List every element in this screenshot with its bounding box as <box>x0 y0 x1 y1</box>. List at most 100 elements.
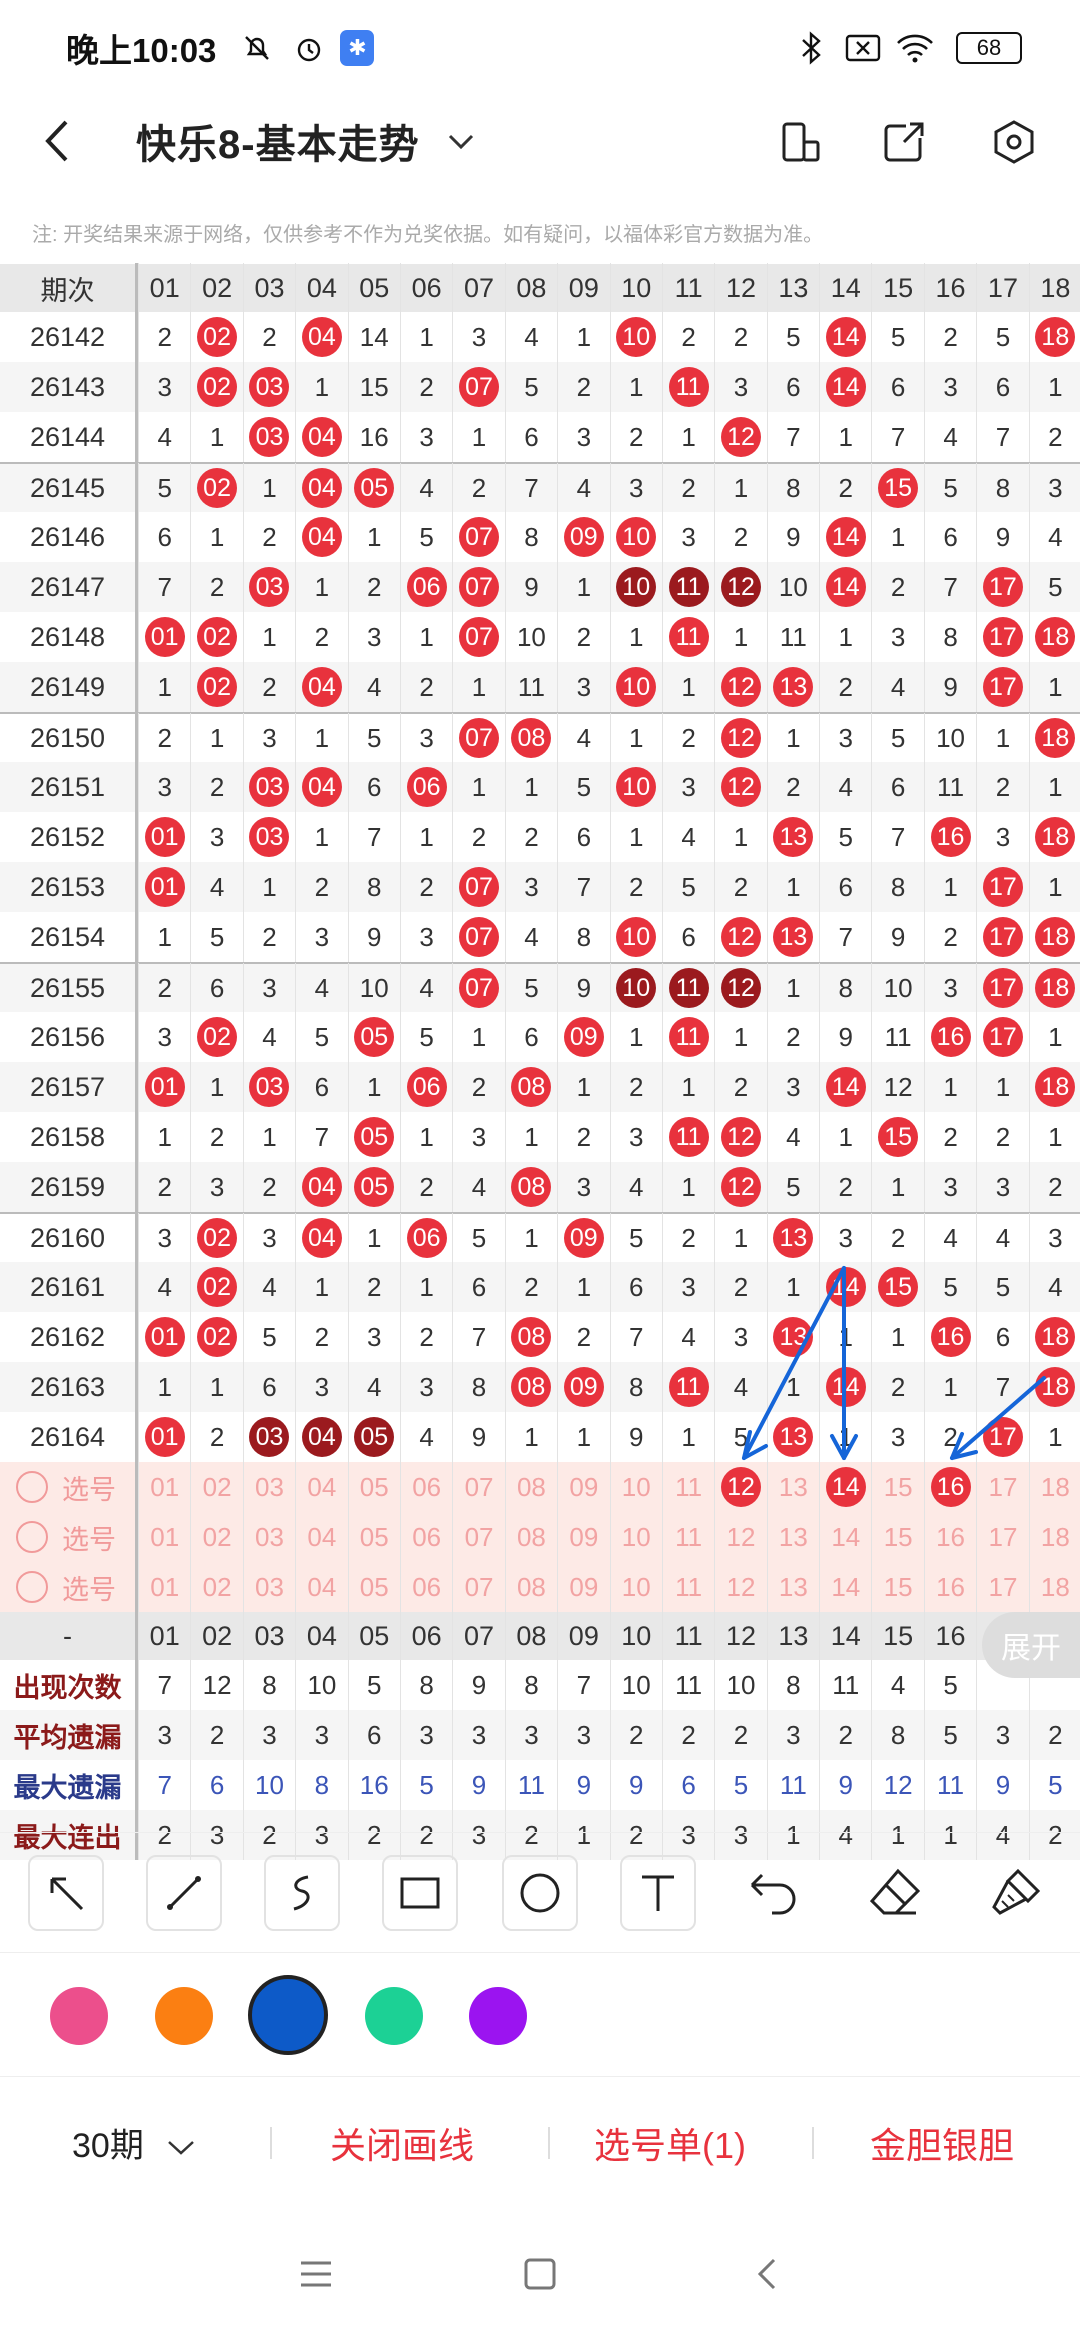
select-number-cell[interactable]: 17 <box>976 1512 1028 1562</box>
select-number-cell[interactable]: 08 <box>504 1462 557 1512</box>
settings-icon[interactable] <box>986 114 1042 170</box>
back-arrow-icon[interactable] <box>42 118 102 164</box>
select-row-label[interactable]: 选号 <box>0 1462 138 1512</box>
select-number-cell[interactable]: 07 <box>452 1562 504 1612</box>
column-header: 18 <box>1028 263 1080 313</box>
select-number-cell[interactable]: 05 <box>347 1462 400 1512</box>
color-swatch[interactable] <box>50 1987 108 2045</box>
select-number-cell[interactable]: 15 <box>871 1512 923 1562</box>
number-cell: 2 <box>1028 412 1080 462</box>
close-line-button[interactable]: 关闭画线 <box>330 2117 474 2169</box>
select-number-cell[interactable]: 15 <box>871 1462 923 1512</box>
back-icon[interactable] <box>740 2246 796 2302</box>
select-number-cell[interactable]: 14 <box>819 1462 871 1512</box>
select-number-cell[interactable]: 09 <box>557 1562 609 1612</box>
share-icon[interactable] <box>876 114 932 170</box>
expand-button[interactable]: 展开 <box>982 1612 1080 1678</box>
select-number-cell[interactable]: 03 <box>242 1512 295 1562</box>
select-number-cell[interactable]: 18 <box>1028 1562 1080 1612</box>
period-cell: 26147 <box>0 562 138 612</box>
select-number-cell[interactable]: 10 <box>609 1562 662 1612</box>
selected-number-ball[interactable]: 16 <box>930 1467 971 1507</box>
golden-silver-button[interactable]: 金胆银胆 <box>870 2117 1014 2169</box>
number-cell: 2 <box>557 1312 609 1362</box>
select-number-cell[interactable]: 06 <box>399 1512 452 1562</box>
select-number-cell[interactable]: 18 <box>1028 1512 1080 1562</box>
selected-number-ball[interactable]: 14 <box>825 1467 866 1507</box>
select-number-cell[interactable]: 10 <box>609 1512 662 1562</box>
select-number-cell[interactable]: 16 <box>923 1462 976 1512</box>
select-number-cell[interactable]: 10 <box>609 1462 662 1512</box>
select-number-cell[interactable]: 04 <box>295 1512 347 1562</box>
radio-button[interactable] <box>16 1471 48 1503</box>
select-number-cell[interactable]: 04 <box>295 1562 347 1612</box>
select-number-cell[interactable]: 17 <box>976 1562 1028 1612</box>
circle-tool-icon[interactable] <box>502 1855 578 1931</box>
undo-icon[interactable] <box>742 1867 802 1924</box>
select-number-cell[interactable]: 08 <box>504 1562 557 1612</box>
chevron-down-icon[interactable] <box>448 125 474 157</box>
number-cell: 1 <box>661 662 714 712</box>
select-number-cell[interactable]: 11 <box>661 1562 714 1612</box>
select-number-cell[interactable]: 01 <box>138 1562 190 1612</box>
selected-number-ball[interactable]: 12 <box>720 1467 761 1507</box>
select-number-cell[interactable]: 09 <box>557 1462 609 1512</box>
select-number-cell[interactable]: 06 <box>399 1562 452 1612</box>
number-cell: 5 <box>1028 562 1080 612</box>
select-row-label[interactable]: 选号 <box>0 1562 138 1612</box>
select-number-cell[interactable]: 16 <box>923 1512 976 1562</box>
select-number-cell[interactable]: 16 <box>923 1562 976 1612</box>
select-number-cell[interactable]: 06 <box>399 1462 452 1512</box>
radio-button[interactable] <box>16 1521 48 1553</box>
number-cell: 07 <box>452 912 504 962</box>
select-number-cell[interactable]: 11 <box>661 1462 714 1512</box>
color-swatch[interactable] <box>469 1987 527 2045</box>
select-number-cell[interactable]: 02 <box>190 1562 242 1612</box>
home-icon[interactable] <box>512 2246 568 2302</box>
select-number-cell[interactable]: 05 <box>347 1512 400 1562</box>
select-number-cell[interactable]: 07 <box>452 1512 504 1562</box>
menu-icon[interactable] <box>288 2246 344 2302</box>
select-number-cell[interactable]: 14 <box>819 1512 871 1562</box>
select-number-cell[interactable]: 12 <box>714 1512 766 1562</box>
arrow-tool-icon[interactable] <box>28 1855 104 1931</box>
select-number-cell[interactable]: 01 <box>138 1512 190 1562</box>
radio-button[interactable] <box>16 1571 48 1603</box>
select-number-cell[interactable]: 03 <box>242 1462 295 1512</box>
select-number-cell[interactable]: 17 <box>976 1462 1028 1512</box>
select-number-cell[interactable]: 12 <box>714 1462 766 1512</box>
color-swatch[interactable] <box>365 1987 423 2045</box>
select-number-cell[interactable]: 13 <box>766 1562 819 1612</box>
select-number-cell[interactable]: 07 <box>452 1462 504 1512</box>
color-swatch[interactable] <box>155 1987 213 2045</box>
page-title[interactable]: 快乐8-基本走势 <box>136 112 420 170</box>
clear-brush-icon[interactable] <box>988 1867 1044 1924</box>
curve-tool-icon[interactable] <box>264 1855 340 1931</box>
period-column-header[interactable]: 期次 <box>0 263 138 313</box>
select-number-cell[interactable]: 14 <box>819 1562 871 1612</box>
select-number-cell[interactable]: 12 <box>714 1562 766 1612</box>
select-number-cell[interactable]: 11 <box>661 1512 714 1562</box>
line-tool-icon[interactable] <box>146 1855 222 1931</box>
select-number-cell[interactable]: 13 <box>766 1462 819 1512</box>
color-swatch-selected[interactable] <box>248 1975 328 2055</box>
number-cell: 11 <box>661 1112 714 1162</box>
select-number-cell[interactable]: 09 <box>557 1512 609 1562</box>
selection-list-button[interactable]: 选号单(1) <box>594 2117 746 2169</box>
select-number-cell[interactable]: 03 <box>242 1562 295 1612</box>
select-number-cell[interactable]: 04 <box>295 1462 347 1512</box>
select-number-cell[interactable]: 02 <box>190 1462 242 1512</box>
select-number-cell[interactable]: 18 <box>1028 1462 1080 1512</box>
rotate-screen-icon[interactable] <box>772 114 828 170</box>
select-number-cell[interactable]: 13 <box>766 1512 819 1562</box>
select-number-cell[interactable]: 15 <box>871 1562 923 1612</box>
period-selector[interactable]: 30期 <box>72 2118 195 2167</box>
text-tool-icon[interactable] <box>620 1855 696 1931</box>
select-row-label[interactable]: 选号 <box>0 1512 138 1562</box>
eraser-icon[interactable] <box>866 1867 922 1924</box>
select-number-cell[interactable]: 02 <box>190 1512 242 1562</box>
select-number-cell[interactable]: 01 <box>138 1462 190 1512</box>
select-number-cell[interactable]: 05 <box>347 1562 400 1612</box>
select-number-cell[interactable]: 08 <box>504 1512 557 1562</box>
rectangle-tool-icon[interactable] <box>382 1855 458 1931</box>
